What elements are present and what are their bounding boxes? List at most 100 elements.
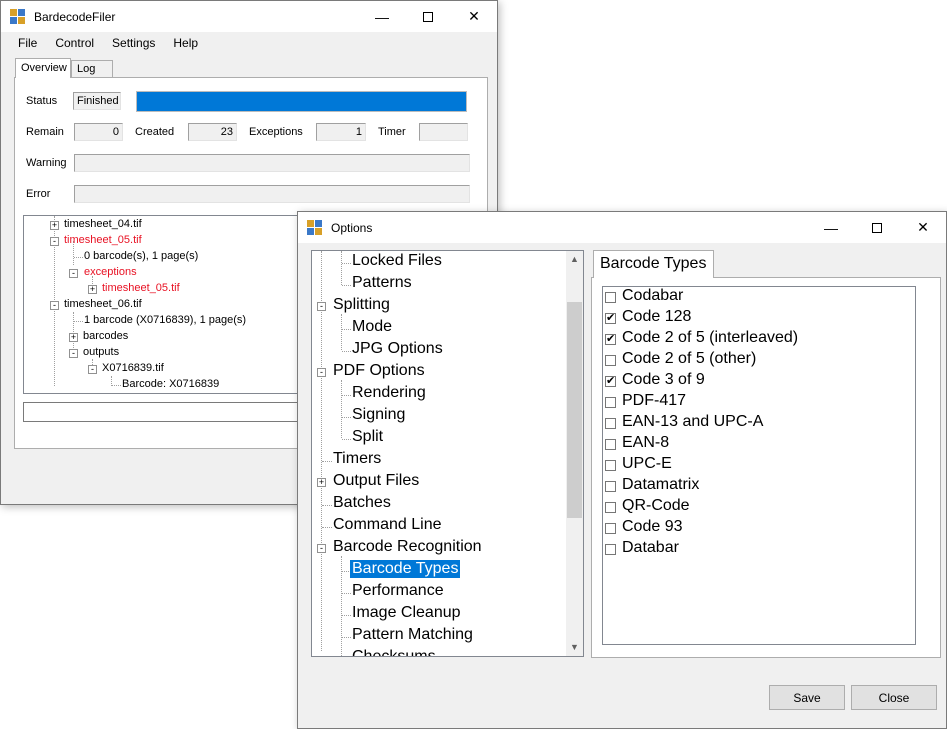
checkbox[interactable] [605,523,616,534]
checkbox[interactable] [605,502,616,513]
checkbox-row[interactable]: UPC-E [605,455,905,476]
checkbox-row[interactable]: Code 2 of 5 (other) [605,350,905,371]
menu-file[interactable]: File [9,36,46,50]
scroll-down-icon[interactable]: ▼ [566,639,583,656]
options-tree-item[interactable]: Performance [352,582,444,600]
tree-expander[interactable]: - [317,368,326,377]
checkbox-label: Code 3 of 9 [622,371,705,388]
tree-expander[interactable]: - [317,544,326,553]
tab-log-label: Log [77,63,96,75]
created-field: 23 [188,123,237,141]
options-titlebar[interactable]: Options — ✕ [298,212,946,243]
tree-node[interactable]: Barcode: X0716839 [122,378,219,390]
tree-expander[interactable]: - [50,237,59,246]
options-tree-item[interactable]: Mode [352,318,392,336]
save-button[interactable]: Save [769,685,845,710]
options-tree-item[interactable]: Image Cleanup [352,604,461,622]
tab-log[interactable]: Log [71,60,113,77]
menu-help[interactable]: Help [164,36,207,50]
checkbox[interactable] [605,418,616,429]
tree-expander[interactable]: + [88,285,97,294]
options-tree-item[interactable]: Locked Files [352,252,442,270]
checkbox-row[interactable]: ✔ Code 3 of 9 [605,371,905,392]
checkbox-row[interactable]: Databar [605,539,905,560]
close-icon[interactable]: ✕ [451,1,497,32]
options-tree-item-selected[interactable]: Barcode Types [350,560,461,578]
tree-expander[interactable]: - [50,301,59,310]
options-tree-item[interactable]: Rendering [352,384,426,402]
checkbox-row[interactable]: Datamatrix [605,476,905,497]
tree-node[interactable]: 1 barcode (X0716839), 1 page(s) [84,314,246,326]
tree-node[interactable]: outputs [83,346,119,358]
checkbox-row[interactable]: EAN-8 [605,434,905,455]
checkbox-row[interactable]: ✔ Code 128 [605,308,905,329]
checkbox-row[interactable]: ✔ Code 2 of 5 (interleaved) [605,329,905,350]
tree-expander[interactable]: - [317,302,326,311]
checkbox[interactable] [605,397,616,408]
options-tree[interactable]: Locked Files Patterns - Splitting Mode J… [311,250,584,657]
menu-settings[interactable]: Settings [103,36,164,50]
checkbox-row[interactable]: QR-Code [605,497,905,518]
tree-node[interactable]: timesheet_04.tif [64,218,142,230]
options-tree-item[interactable]: Command Line [333,516,442,534]
checkbox[interactable]: ✔ [605,313,616,324]
error-field [74,185,470,203]
options-tree-item[interactable]: Output Files [333,472,419,490]
tree-node[interactable]: 0 barcode(s), 1 page(s) [84,250,198,262]
checkbox[interactable] [605,355,616,366]
options-tree-item[interactable]: Signing [352,406,405,424]
tab-barcode-types[interactable]: Barcode Types [593,250,714,278]
options-tree-item[interactable]: Batches [333,494,391,512]
options-tree-item[interactable]: PDF Options [333,362,425,380]
options-tree-scrollbar[interactable]: ▲ ▼ [566,251,583,656]
maximize-icon[interactable] [405,1,451,32]
checkbox-row[interactable]: Codabar [605,287,905,308]
options-window-title: Options [331,220,373,235]
checkbox[interactable] [605,460,616,471]
checkbox[interactable] [605,439,616,450]
minimize-icon[interactable]: — [808,212,854,243]
checkbox-label: Code 2 of 5 (other) [622,350,757,367]
close-icon[interactable]: ✕ [900,212,946,243]
status-label: Status [26,95,58,107]
checkbox[interactable] [605,481,616,492]
options-tree-item[interactable]: JPG Options [352,340,443,358]
options-tree-item[interactable]: Pattern Matching [352,626,473,644]
scrollbar-thumb[interactable] [567,302,582,518]
checkbox-label: EAN-8 [622,434,670,451]
app-icon [10,8,26,25]
options-tree-item[interactable]: Barcode Recognition [333,538,482,556]
tree-node[interactable]: X0716839.tif [102,362,164,374]
tree-node[interactable]: barcodes [83,330,128,342]
tree-node[interactable]: timesheet_05.tif [64,234,142,246]
tree-expander[interactable]: + [69,333,78,342]
tree-expander[interactable]: - [69,269,78,278]
checkbox[interactable] [605,544,616,555]
checkbox[interactable] [605,292,616,303]
options-tree-item[interactable]: Checksums [352,648,436,656]
menu-control[interactable]: Control [46,36,103,50]
checkbox-row[interactable]: EAN-13 and UPC-A [605,413,905,434]
options-tree-item[interactable]: Patterns [352,274,412,292]
checkbox-row[interactable]: Code 93 [605,518,905,539]
checkbox[interactable]: ✔ [605,334,616,345]
tab-overview[interactable]: Overview [15,58,71,78]
checkbox-row[interactable]: PDF-417 [605,392,905,413]
progress-bar [136,91,467,112]
tree-expander[interactable]: - [69,349,78,358]
options-tree-item[interactable]: Timers [333,450,381,468]
scroll-up-icon[interactable]: ▲ [566,251,583,268]
tree-expander[interactable]: + [50,221,59,230]
options-tree-item[interactable]: Splitting [333,296,390,314]
minimize-icon[interactable]: — [359,1,405,32]
main-titlebar[interactable]: BardecodeFiler — ✕ [1,1,497,32]
tree-node[interactable]: timesheet_05.tif [102,282,180,294]
maximize-icon[interactable] [854,212,900,243]
tree-expander[interactable]: - [88,365,97,374]
tree-node[interactable]: exceptions [84,266,137,278]
checkbox[interactable]: ✔ [605,376,616,387]
close-button[interactable]: Close [851,685,937,710]
options-tree-item[interactable]: Split [352,428,383,446]
tree-expander[interactable]: + [317,478,326,487]
tree-node[interactable]: timesheet_06.tif [64,298,142,310]
